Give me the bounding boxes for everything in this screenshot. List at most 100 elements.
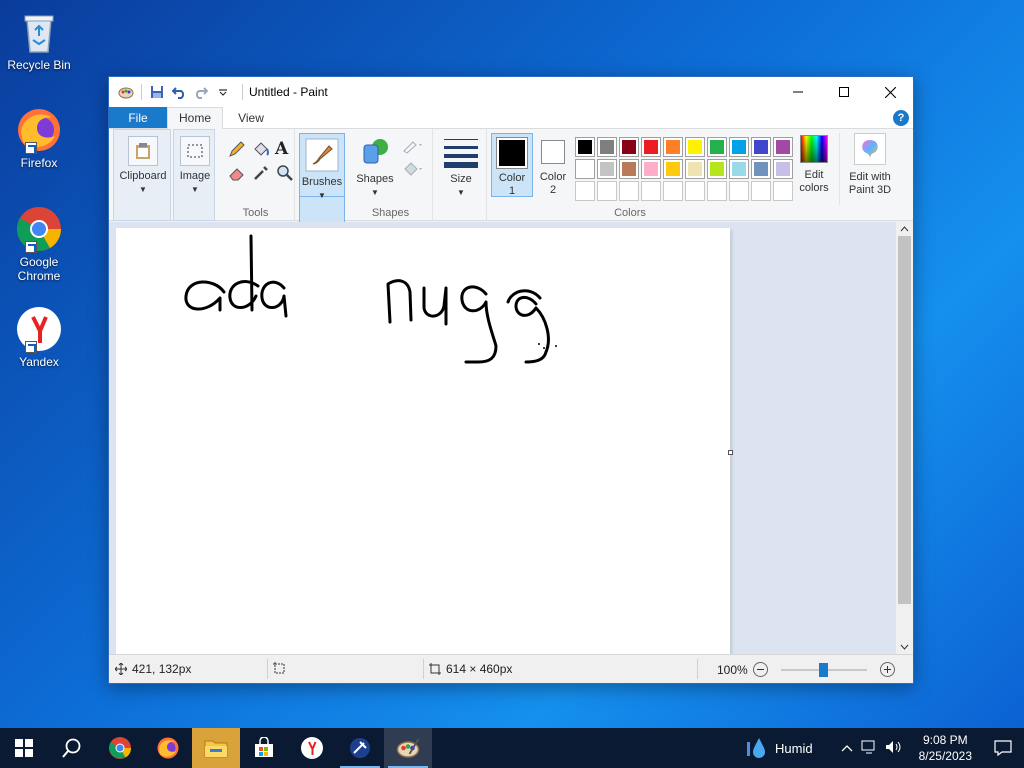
edit-with-paint3d-button[interactable]: Edit with Paint 3D — [841, 133, 899, 197]
palette-swatch[interactable] — [663, 159, 683, 179]
taskbar-yandex[interactable] — [288, 728, 336, 768]
customize-qat-chevron-icon[interactable] — [214, 83, 232, 101]
canvas-size-icon — [429, 663, 441, 675]
image-label: Image — [179, 170, 211, 182]
save-icon[interactable] — [148, 83, 166, 101]
vertical-scrollbar[interactable] — [896, 222, 913, 654]
palette-swatch[interactable] — [685, 181, 705, 201]
network-icon[interactable] — [861, 740, 877, 757]
palette-swatch[interactable] — [773, 181, 793, 201]
palette-swatch[interactable] — [619, 137, 639, 157]
edit-colors-button[interactable]: Edit colors — [793, 135, 835, 195]
shortcut-arrow-icon — [25, 341, 37, 353]
tab-home[interactable]: Home — [167, 107, 223, 129]
palette-swatch[interactable] — [685, 137, 705, 157]
show-hidden-icons-chevron-icon[interactable] — [841, 741, 853, 755]
palette-swatch[interactable] — [685, 159, 705, 179]
palette-swatch[interactable] — [575, 137, 595, 157]
zoom-controls: 100% — [717, 662, 895, 677]
zoom-out-button[interactable] — [752, 662, 768, 677]
palette-swatch[interactable] — [663, 137, 683, 157]
palette-swatch[interactable] — [773, 137, 793, 157]
palette-swatch[interactable] — [597, 181, 617, 201]
chrome-icon — [15, 205, 63, 253]
palette-swatch[interactable] — [575, 159, 595, 179]
palette-swatch[interactable] — [707, 181, 727, 201]
color1-button[interactable]: Color 1 — [491, 133, 533, 197]
zoom-slider[interactable] — [780, 662, 867, 677]
weather-widget[interactable]: Humid — [745, 736, 813, 760]
desktop-icon-yandex[interactable]: Yandex — [4, 305, 74, 369]
palette-swatch[interactable] — [751, 137, 771, 157]
canvas-area[interactable] — [109, 222, 913, 654]
tab-view[interactable]: View — [223, 107, 279, 128]
taskbar-store[interactable] — [240, 728, 288, 768]
paint-app-icon[interactable] — [117, 83, 135, 101]
fill-shape-icon[interactable] — [401, 159, 425, 180]
palette-swatch[interactable] — [597, 137, 617, 157]
color2-button[interactable]: Color 2 — [535, 137, 571, 197]
palette-swatch[interactable] — [641, 137, 661, 157]
magnifier-icon[interactable] — [275, 163, 299, 187]
maximize-button[interactable] — [821, 77, 867, 107]
brushes-button[interactable]: Brushes ▼ — [299, 133, 345, 200]
minimize-button[interactable] — [775, 77, 821, 107]
palette-swatch[interactable] — [707, 137, 727, 157]
color1-swatch — [496, 137, 528, 169]
search-button[interactable] — [48, 728, 96, 768]
scroll-down-icon[interactable] — [896, 640, 913, 654]
pencil-icon[interactable] — [227, 139, 251, 163]
desktop-icon-firefox[interactable]: Firefox — [4, 106, 74, 170]
drawing-canvas[interactable] — [116, 228, 730, 654]
taskbar-app-tool[interactable] — [336, 728, 384, 768]
clipboard-icon — [128, 136, 158, 166]
close-button[interactable] — [867, 77, 913, 107]
taskbar-file-explorer[interactable] — [192, 728, 240, 768]
text-icon[interactable]: A — [275, 139, 299, 163]
palette-swatch[interactable] — [751, 181, 771, 201]
palette-swatch[interactable] — [773, 159, 793, 179]
size-button[interactable]: Size ▼ — [439, 135, 483, 199]
undo-icon[interactable] — [170, 83, 188, 101]
clipboard-button[interactable]: Clipboard ▼ — [116, 136, 170, 196]
palette-swatch[interactable] — [575, 181, 595, 201]
desktop-icon-chrome[interactable]: Google Chrome — [4, 205, 74, 283]
volume-icon[interactable] — [885, 740, 903, 757]
scroll-thumb[interactable] — [898, 236, 911, 604]
shapes-button[interactable]: Shapes ▼ — [353, 135, 397, 199]
palette-swatch[interactable] — [751, 159, 771, 179]
eraser-icon[interactable] — [227, 163, 251, 187]
chevron-down-icon: ▼ — [457, 188, 465, 197]
palette-swatch[interactable] — [619, 159, 639, 179]
palette-swatch[interactable] — [641, 181, 661, 201]
palette-swatch[interactable] — [707, 159, 727, 179]
color-picker-icon[interactable] — [251, 163, 275, 187]
outline-icon[interactable] — [401, 137, 425, 158]
palette-swatch[interactable] — [597, 159, 617, 179]
canvas-resize-handle-right[interactable] — [728, 450, 733, 455]
taskbar-paint[interactable] — [384, 728, 432, 768]
tab-file[interactable]: File — [109, 107, 167, 128]
clock[interactable]: 9:08 PM 8/25/2023 — [909, 732, 982, 764]
palette-swatch[interactable] — [641, 159, 661, 179]
title-bar[interactable]: Untitled - Paint — [109, 77, 913, 107]
palette-swatch[interactable] — [619, 181, 639, 201]
scroll-up-icon[interactable] — [896, 222, 913, 236]
taskbar-chrome[interactable] — [96, 728, 144, 768]
zoom-in-button[interactable] — [879, 662, 895, 677]
action-center-button[interactable] — [982, 728, 1024, 768]
zoom-slider-thumb[interactable] — [818, 662, 828, 677]
taskbar-firefox[interactable] — [144, 728, 192, 768]
start-button[interactable] — [0, 728, 48, 768]
edit-colors-icon — [800, 135, 828, 163]
paint3d-icon — [854, 133, 886, 165]
fill-icon[interactable] — [251, 139, 275, 163]
image-button[interactable]: Image ▼ — [176, 136, 214, 196]
palette-swatch[interactable] — [729, 159, 749, 179]
desktop-icon-recycle-bin[interactable]: Recycle Bin — [4, 8, 74, 72]
palette-swatch[interactable] — [729, 137, 749, 157]
redo-icon[interactable] — [192, 83, 210, 101]
palette-swatch[interactable] — [663, 181, 683, 201]
palette-swatch[interactable] — [729, 181, 749, 201]
help-button[interactable]: ? — [893, 110, 909, 126]
